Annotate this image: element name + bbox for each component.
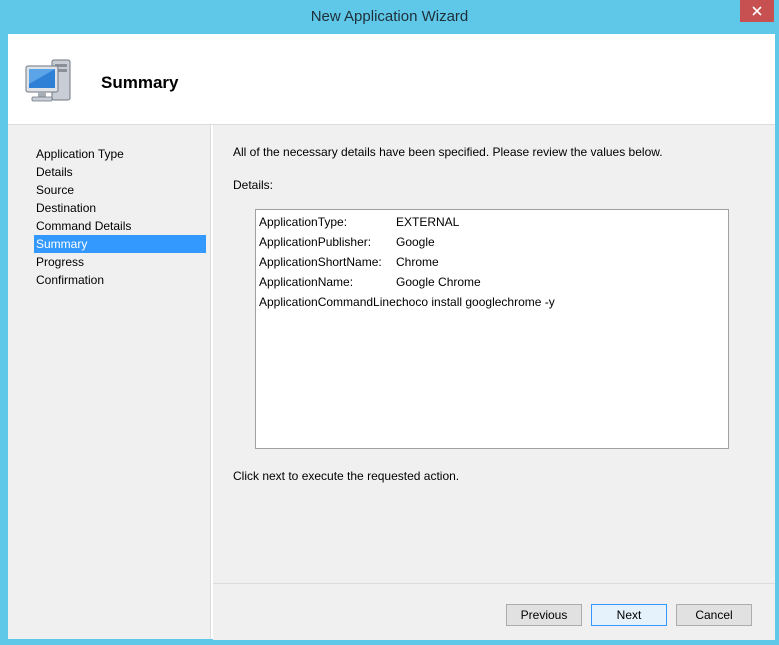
next-button[interactable]: Next xyxy=(591,604,667,626)
window-title: New Application Wizard xyxy=(310,8,469,25)
cancel-button[interactable]: Cancel xyxy=(676,604,752,626)
step-confirmation[interactable]: Confirmation xyxy=(34,271,206,289)
detail-key: ApplicationType: xyxy=(259,215,348,229)
button-bar: Previous Next Cancel xyxy=(213,583,775,640)
detail-value: Chrome xyxy=(396,255,439,269)
title-bar: New Application Wizard xyxy=(0,0,779,34)
wizard-header: Summary xyxy=(8,34,775,125)
detail-key: ApplicationName: xyxy=(259,275,354,289)
close-icon xyxy=(752,6,762,16)
step-progress[interactable]: Progress xyxy=(34,253,206,271)
details-textbox[interactable]: ApplicationType: EXTERNAL ApplicationPub… xyxy=(255,209,729,449)
intro-text: All of the necessary details have been s… xyxy=(233,145,663,159)
close-button[interactable] xyxy=(740,0,774,22)
detail-value: EXTERNAL xyxy=(396,215,460,229)
step-application-type[interactable]: Application Type xyxy=(34,145,206,163)
wizard-window: Summary Application Type Details Source … xyxy=(8,34,775,640)
wizard-steps-sidebar: Application Type Details Source Destinat… xyxy=(8,125,211,639)
details-label: Details: xyxy=(233,178,274,192)
step-source[interactable]: Source xyxy=(34,181,206,199)
detail-value: Google Chrome xyxy=(396,275,481,289)
next-action-note: Click next to execute the requested acti… xyxy=(233,469,460,483)
step-summary[interactable]: Summary xyxy=(34,235,206,253)
summary-panel: All of the necessary details have been s… xyxy=(213,125,775,583)
detail-key: ApplicationPublisher: xyxy=(259,235,372,249)
detail-value: choco install googlechrome -y xyxy=(396,295,555,309)
step-command-details[interactable]: Command Details xyxy=(34,217,206,235)
step-destination[interactable]: Destination xyxy=(34,199,206,217)
computer-icon xyxy=(25,59,71,102)
page-title: Summary xyxy=(101,73,179,92)
detail-key: ApplicationCommandLine: xyxy=(259,295,400,309)
detail-value: Google xyxy=(396,235,435,249)
detail-key: ApplicationShortName: xyxy=(259,255,382,269)
previous-button[interactable]: Previous xyxy=(506,604,582,626)
step-details[interactable]: Details xyxy=(34,163,206,181)
